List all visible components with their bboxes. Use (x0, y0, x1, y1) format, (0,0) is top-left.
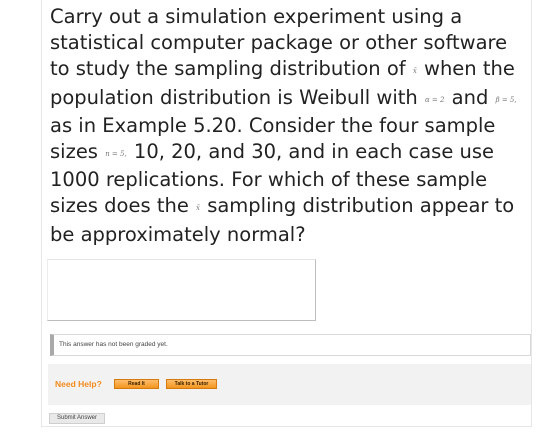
need-help-label: Need Help? (55, 379, 102, 389)
talk-to-tutor-button[interactable]: Talk to a Tutor (166, 379, 217, 389)
n-value: n = 5, (105, 150, 127, 159)
submit-answer-button[interactable]: Submit Answer (49, 413, 105, 424)
read-it-button[interactable]: Read It (114, 379, 159, 389)
question-text: Carry out a simulation experiment using … (50, 4, 528, 248)
xbar-symbol: x̄ (412, 67, 417, 76)
help-bar: Need Help? Read It Talk to a Tutor (48, 364, 531, 405)
xbar-symbol-2: x̄ (196, 204, 200, 213)
question-part-3: and (451, 85, 489, 109)
beta-value: β = 5, (495, 95, 517, 104)
grading-status: This answer has not been graded yet. (50, 334, 531, 356)
alpha-value: α = 2 (424, 95, 445, 104)
answer-textarea[interactable] (47, 259, 316, 321)
